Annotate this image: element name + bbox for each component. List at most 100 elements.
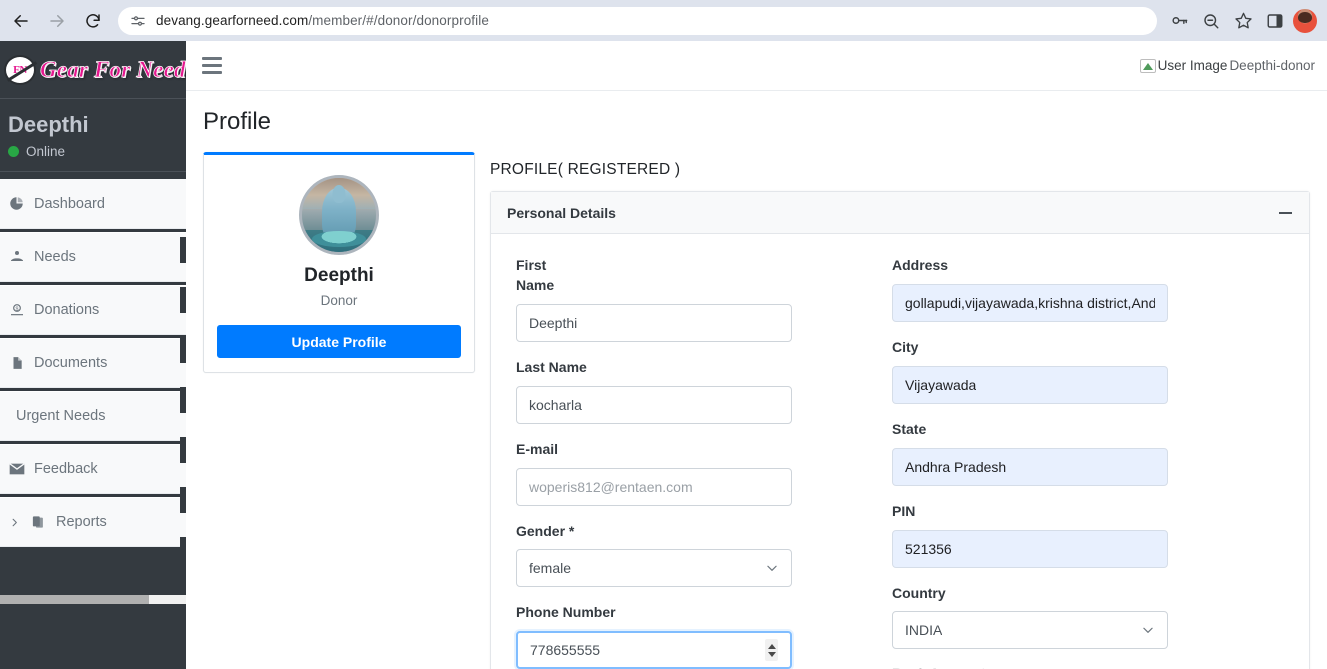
web-app: FN Gear For Need Deepthi Online Dashboar… xyxy=(0,41,1327,669)
zoom-out-icon[interactable] xyxy=(1197,7,1225,35)
gender-label: Gender * xyxy=(516,522,575,539)
donation-icon: $ xyxy=(8,302,25,319)
address-label: Address xyxy=(892,257,949,273)
sidebar: FN Gear For Need Deepthi Online Dashboar… xyxy=(0,41,186,669)
envelope-icon xyxy=(8,461,25,478)
back-arrow-icon[interactable] xyxy=(6,6,36,36)
field-country: Country INDIA xyxy=(892,584,1168,650)
city-input[interactable]: Vijayawada xyxy=(892,365,1168,404)
user-image-alt-text: User Image xyxy=(1157,58,1228,73)
personal-details-body: First Name Deepthi Last Name kocharla E-mail… xyxy=(491,234,1309,669)
main-content: Profile Deepthi Donor Update Profile PRO… xyxy=(186,91,1327,669)
profile-card-name: Deepthi xyxy=(304,265,374,286)
bank-account-label-cutoff: Bank Account xyxy=(892,665,1168,669)
sidebar-item-feedback[interactable]: Feedback xyxy=(0,444,186,495)
field-first-name: First Name Deepthi xyxy=(516,256,792,342)
field-email: E-mail woperis812@rentaen.com xyxy=(516,440,792,506)
field-pin: PIN 521356 xyxy=(892,502,1168,568)
city-label: City xyxy=(892,338,919,355)
email-input[interactable]: woperis812@rentaen.com xyxy=(516,467,792,506)
country-select[interactable]: INDIA xyxy=(892,611,1168,650)
user-avatar-photo xyxy=(299,175,379,255)
country-label: Country xyxy=(892,584,946,601)
phone-number-label: Phone Number xyxy=(516,604,616,621)
document-icon xyxy=(8,355,25,372)
sidebar-item-label: Donations xyxy=(34,302,100,319)
last-name-input[interactable]: kocharla xyxy=(516,385,792,424)
gear-for-need-badge-icon: FN xyxy=(4,54,36,85)
user-image-broken[interactable]: User Image Deepthi-donor xyxy=(1139,58,1315,74)
personal-details-card: Personal Details First Name Deepthi Last N… xyxy=(490,191,1310,669)
form-heading: PROFILE( REGISTERED ) xyxy=(490,161,681,178)
state-input[interactable]: Andhra Pradesh xyxy=(892,447,1168,486)
chrome-profile-avatar[interactable] xyxy=(1293,8,1317,33)
page-title: Profile xyxy=(203,108,272,135)
chevron-down-icon[interactable] xyxy=(765,561,779,575)
email-value: woperis812@rentaen.com xyxy=(529,478,693,495)
field-phone-number: Phone Number 778655555 xyxy=(516,603,792,669)
pin-value: 521356 xyxy=(905,540,952,557)
sidebar-item-donations[interactable]: $ Donations xyxy=(0,285,186,336)
first-name-value: Deepthi xyxy=(529,314,578,331)
online-status-dot-icon xyxy=(8,146,19,158)
sidebar-item-dashboard[interactable]: Dashboard xyxy=(0,179,186,230)
brand-logo[interactable]: FN Gear For Need xyxy=(0,41,186,99)
country-value: INDIA xyxy=(905,622,943,639)
url-text: devang.gearforneed.com/member/#/donor/do… xyxy=(156,13,489,28)
sidebar-item-label: Dashboard xyxy=(34,195,105,212)
hamburger-menu-icon[interactable] xyxy=(202,57,222,74)
address-value: gollapudi,vijayawada,krishna district,An… xyxy=(905,294,1155,311)
reports-icon xyxy=(30,514,47,531)
chevron-right-icon[interactable] xyxy=(8,517,21,528)
broken-image-icon xyxy=(1139,58,1156,74)
topbar-user-label: Deepthi-donor xyxy=(1229,58,1315,73)
profile-card-role: Donor xyxy=(320,293,358,308)
sidebar-divider xyxy=(0,547,186,551)
sidebar-horizontal-scrollbar[interactable] xyxy=(0,595,186,604)
svg-text:$: $ xyxy=(15,307,18,313)
bookmark-star-icon[interactable] xyxy=(1229,7,1257,35)
reload-icon[interactable] xyxy=(78,6,108,36)
pin-input[interactable]: 521356 xyxy=(892,529,1168,568)
pie-chart-icon xyxy=(8,195,25,212)
sidebar-item-needs[interactable]: Needs xyxy=(0,232,186,283)
field-city: City Vijayawada xyxy=(892,338,1168,404)
sidebar-item-label: Urgent Needs xyxy=(16,408,106,425)
sidebar-item-documents[interactable]: Documents xyxy=(0,338,186,389)
gender-select[interactable]: female xyxy=(516,549,792,588)
sidebar-item-label: Needs xyxy=(34,249,76,266)
first-name-label: First Name xyxy=(516,257,555,293)
forward-arrow-icon[interactable] xyxy=(42,6,72,36)
field-address: Address gollapudi,vijayawada,krishna dist… xyxy=(892,256,1168,322)
address-bar[interactable]: devang.gearforneed.com/member/#/donor/do… xyxy=(118,6,1157,35)
first-name-input[interactable]: Deepthi xyxy=(516,303,792,342)
personal-details-title: Personal Details xyxy=(507,204,616,221)
address-input[interactable]: gollapudi,vijayawada,krishna district,An… xyxy=(892,283,1168,322)
site-settings-icon[interactable] xyxy=(130,13,146,29)
minus-collapse-icon[interactable] xyxy=(1277,205,1293,221)
sidebar-item-label: Reports xyxy=(56,514,107,531)
field-last-name: Last Name kocharla xyxy=(516,358,792,424)
chevron-down-icon[interactable] xyxy=(1141,623,1155,637)
profile-card: Deepthi Donor Update Profile xyxy=(203,152,475,373)
last-name-label: Last Name xyxy=(516,358,587,375)
update-profile-button[interactable]: Update Profile xyxy=(217,325,461,358)
state-value: Andhra Pradesh xyxy=(905,458,1007,475)
field-state: State Andhra Pradesh xyxy=(892,420,1168,486)
number-stepper[interactable] xyxy=(765,639,778,662)
profile-form-column: PROFILE( REGISTERED ) Personal Details F… xyxy=(490,152,1310,669)
status-label: Online xyxy=(26,144,66,160)
sidebar-item-urgent-needs[interactable]: Urgent Needs xyxy=(0,391,186,442)
phone-number-input[interactable]: 778655555 xyxy=(516,631,792,669)
sidebar-user-block: Deepthi Online xyxy=(0,99,186,173)
brand-initials: FN xyxy=(13,63,27,76)
field-gender: Gender * female xyxy=(516,522,792,588)
password-key-icon[interactable] xyxy=(1165,7,1193,35)
topbar-user-area[interactable]: User Image Deepthi-donor xyxy=(1139,58,1315,74)
sidebar-item-label: Feedback xyxy=(34,461,98,478)
gender-value: female xyxy=(529,560,572,577)
side-panel-icon[interactable] xyxy=(1261,7,1289,35)
scrollbar-thumb[interactable] xyxy=(0,595,149,604)
hands-help-icon xyxy=(8,249,25,266)
sidebar-item-reports[interactable]: Reports xyxy=(0,497,186,548)
